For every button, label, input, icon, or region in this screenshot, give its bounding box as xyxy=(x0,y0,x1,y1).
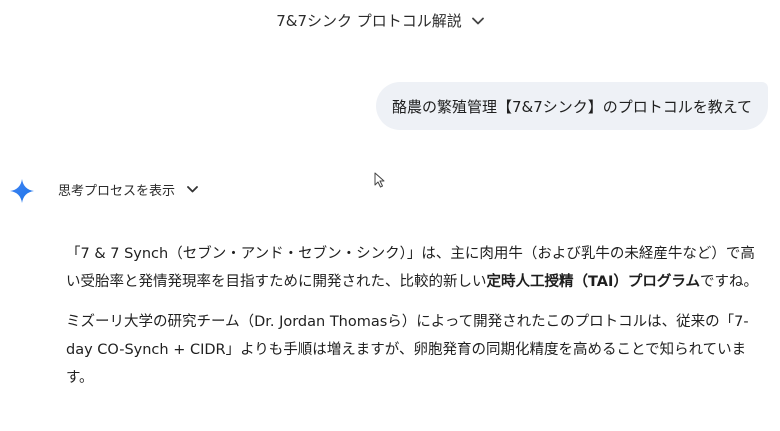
gemini-spark-icon xyxy=(9,178,35,204)
chevron-down-icon[interactable] xyxy=(471,17,484,25)
chat-page: 7&7シンク プロトコル解説 酪農の繁殖管理【7&7シンク】のプロトコルを教えて… xyxy=(0,0,780,431)
conversation-title: 7&7シンク プロトコル解説 xyxy=(276,12,462,30)
paragraph-1-end: ですね。 xyxy=(699,274,758,290)
show-thinking-toggle[interactable]: 思考プロセスを表示 xyxy=(58,180,198,199)
assistant-response: 「7 & 7 Synch（セブン・アンド・セブン・シンク）」は、主に肉用牛（およ… xyxy=(66,240,760,404)
paragraph-1-bold: 定時人工授精（TAI）プログラム xyxy=(486,274,700,290)
user-message-bubble: 酪農の繁殖管理【7&7シンク】のプロトコルを教えて xyxy=(375,82,768,130)
response-paragraph-2: ミズーリ大学の研究チーム（Dr. Jordan Thomasら）によって開発され… xyxy=(66,314,749,386)
mouse-cursor-icon xyxy=(374,172,386,192)
show-thinking-label: 思考プロセスを表示 xyxy=(58,184,176,199)
response-paragraph-1: 「7 & 7 Synch（セブン・アンド・セブン・シンク）」は、主に肉用牛（およ… xyxy=(66,240,760,296)
user-message-text: 酪農の繁殖管理【7&7シンク】のプロトコルを教えて xyxy=(391,97,752,116)
chevron-down-icon[interactable] xyxy=(187,186,198,193)
conversation-title-bar[interactable]: 7&7シンク プロトコル解説 xyxy=(0,10,760,31)
